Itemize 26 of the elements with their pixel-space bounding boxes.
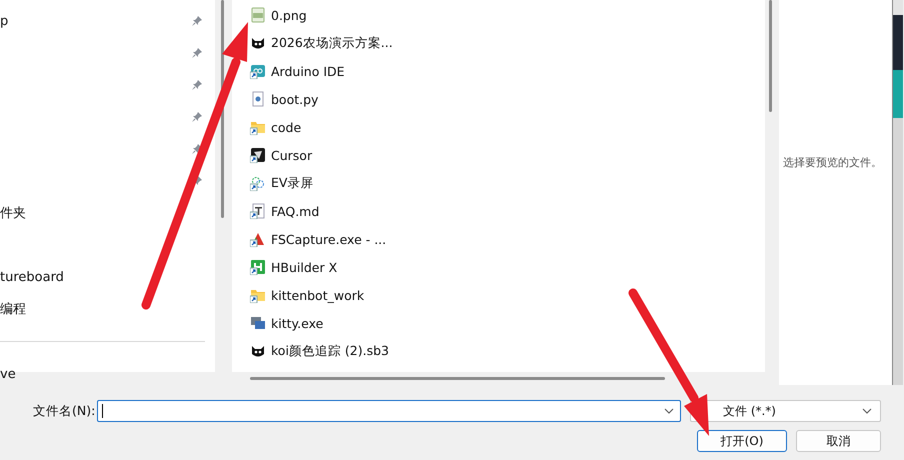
file-item[interactable]: boot.py [250, 85, 318, 113]
file-item[interactable]: Arduino IDE [250, 57, 345, 85]
file-item[interactable]: koi颜色追踪 (2).sb3 [250, 337, 389, 365]
file-item[interactable]: FAQ.md [250, 197, 320, 225]
file-item[interactable]: FSCapture.exe - ... [250, 225, 386, 253]
file-item[interactable]: EV录屏 [250, 169, 314, 197]
file-type-dropdown[interactable]: 文件 (*.*) [690, 400, 881, 422]
nav-item[interactable]: 编程 [0, 300, 26, 318]
nav-item[interactable]: ve [0, 366, 16, 382]
file-item[interactable]: code [250, 113, 302, 141]
nav-item[interactable]: 件夹 [0, 204, 26, 222]
file-item[interactable]: kitty.exe [250, 309, 324, 337]
filename-field[interactable] [97, 400, 681, 422]
filename-label: 文件名(N): [33, 402, 93, 420]
preview-message: 选择要预览的文件。 [783, 155, 882, 170]
file-item[interactable]: HBuilder X [250, 253, 338, 281]
nav-item[interactable]: p [0, 14, 8, 28]
file-item[interactable]: Cursor [250, 141, 312, 169]
chevron-down-icon[interactable] [862, 408, 872, 414]
file-item[interactable]: kittenbot_work [250, 281, 364, 309]
file-item[interactable]: 2026农场演示方案... [250, 29, 393, 57]
open-button[interactable]: 打开(O) [697, 430, 787, 452]
file-item[interactable]: 0.png [250, 1, 307, 29]
nav-item[interactable]: tureboard [0, 270, 64, 284]
chevron-down-icon[interactable] [664, 408, 674, 414]
cancel-button[interactable]: 取消 [796, 430, 881, 452]
